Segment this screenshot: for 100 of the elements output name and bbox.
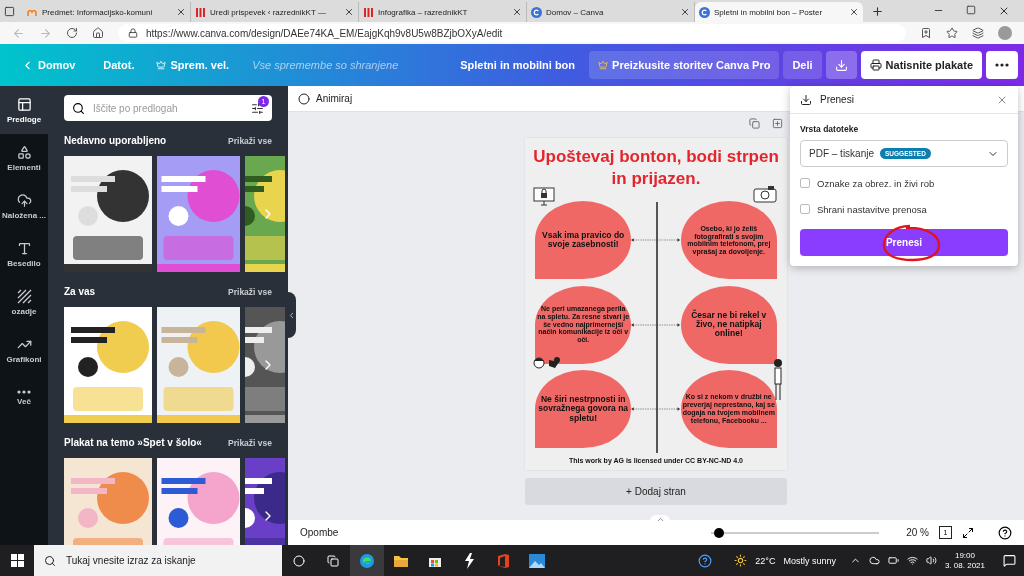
zoom-reading: 20 %: [905, 527, 929, 538]
more-icon: [995, 63, 1009, 67]
favorites-icon: [946, 27, 958, 39]
tab-actions-icon: [4, 5, 15, 17]
collapse-handle[interactable]: [286, 292, 296, 338]
sidebar-tab[interactable]: Predloge: [0, 86, 48, 134]
show-all-link[interactable]: Prikaži vse: [228, 437, 272, 448]
taskbar-search-bar[interactable]: Tukaj vnesite izraz za iskanje: [34, 545, 282, 576]
address-field[interactable]: https://www.canva.com/design/DAEe74KA_EM/EajgKqh9v8U5w8BZjbOXyA/edit: [118, 24, 906, 42]
bars-favicon-icon: [195, 6, 206, 18]
close-icon: [176, 7, 186, 17]
pro-trial-button[interactable]: Preizkusite storitev Canva Pro: [589, 51, 780, 79]
duplicate-page-icon: [749, 118, 760, 129]
camera-drawing: [753, 185, 777, 204]
sidebar-tab[interactable]: Naložena ...: [0, 182, 48, 230]
text-icon: [16, 240, 32, 256]
profile-avatar[interactable]: [998, 26, 1012, 40]
figures-drawing: [533, 355, 563, 372]
back-icon: [12, 26, 25, 40]
notification-icon: [1003, 554, 1016, 567]
double-arrow: [631, 405, 681, 412]
section-title: Za vas: [64, 286, 96, 297]
more-button[interactable]: [986, 51, 1018, 79]
notes-button[interactable]: Opombe: [300, 527, 339, 538]
option-label: Shrani nastavitve prenosa: [817, 203, 927, 215]
option-label: Oznake za obrez. in živi rob: [817, 177, 935, 189]
clock-time: 19:00: [954, 550, 975, 561]
double-arrow: [631, 237, 681, 244]
double-arrow: [631, 321, 681, 328]
sidebar-tab[interactable]: Grafikoni: [0, 326, 48, 374]
task-view-icon: [327, 554, 339, 567]
edge-icon: [359, 552, 375, 569]
monitor-lock-drawing: [533, 187, 555, 208]
chevron-up-icon: [655, 515, 665, 524]
speech-bubble: Vsak ima pravico do svoje zasebnosti!: [535, 201, 632, 280]
canva-favicon-icon: [531, 6, 542, 18]
help-icon: [698, 553, 713, 568]
crown-icon: [156, 60, 167, 70]
search-icon: [44, 554, 56, 567]
home-icon: [92, 27, 104, 39]
search-icon: [72, 101, 85, 115]
design-title[interactable]: Spletni in mobilni bon: [460, 59, 576, 71]
weather-condition: Mostly sunny: [783, 555, 836, 566]
add-page-button[interactable]: + Dodaj stran: [525, 478, 787, 505]
crown-icon: [598, 60, 609, 70]
show-all-link[interactable]: Prikaži vse: [228, 286, 272, 297]
office-icon: [496, 552, 510, 569]
sidebar-tab[interactable]: Besedilo: [0, 230, 48, 278]
slider-thumb[interactable]: [714, 527, 725, 538]
maximize-icon: [966, 5, 976, 15]
poster-page[interactable]: [525, 138, 787, 470]
help-icon: [998, 525, 1012, 540]
filter-icon: [251, 101, 264, 115]
section-title: Plakat na temo »Spet v šolo«: [64, 437, 202, 448]
download-button[interactable]: [825, 51, 857, 79]
browser-tab[interactable]: Spletni in mobilni bon – Poster: [695, 2, 863, 22]
folder-icon: [393, 553, 409, 568]
animate-button[interactable]: Animiraj: [298, 92, 353, 105]
circle-icon: [293, 554, 305, 567]
sidebar-tab[interactable]: Več: [0, 374, 48, 422]
download-icon: [834, 58, 848, 72]
sidebar-tab[interactable]: ozadje: [0, 278, 48, 326]
print-button[interactable]: Natisnite plakate: [860, 51, 982, 79]
forward-icon: [39, 26, 52, 40]
speech-bubble: Ne širi nestrpnosti in sovražnega govora na spletu!: [535, 369, 632, 448]
cloud-icon: [868, 555, 880, 566]
download-submit-button[interactable]: Prenesi: [800, 229, 1008, 256]
section-title: Nedavno uporabljeno: [64, 135, 167, 146]
close-icon: [680, 7, 690, 17]
file-type-label: Vrsta datoteke: [800, 124, 860, 134]
show-all-link[interactable]: Prikaži vse: [228, 135, 272, 146]
windows-icon: [10, 554, 24, 567]
new-tab-icon: [871, 4, 884, 18]
checkbox[interactable]: [800, 204, 810, 214]
battery-icon: [887, 555, 899, 566]
temperature: 22°C: [755, 555, 776, 566]
cloud-upload-icon: [16, 192, 32, 208]
print-icon: [869, 59, 882, 71]
canva-favicon-icon: [699, 6, 710, 18]
sidebar-tab[interactable]: Elementi: [0, 134, 48, 182]
panel-title: Prenesi: [820, 94, 854, 105]
save-status: Vse spremembe so shranjene: [252, 59, 399, 71]
templates-icon: [16, 96, 32, 112]
lightning-icon: [463, 552, 475, 569]
sun-icon: [734, 554, 748, 567]
download-icon: [800, 93, 812, 106]
add-page-icon: [772, 118, 783, 129]
search-field[interactable]: Iščite po predlogah: [91, 101, 245, 115]
share-button[interactable]: Deli: [783, 51, 822, 79]
speech-bubble: Česar ne bi rekel v živo, ne natipkaj online!: [680, 285, 777, 364]
close-icon: [849, 7, 859, 17]
speaker-icon: [925, 555, 937, 566]
fullscreen-icon: [962, 526, 974, 539]
edge-button[interactable]: [350, 545, 384, 576]
taskbar-search-field[interactable]: Tukaj vnesite izraz za iskanje: [64, 554, 272, 567]
animate-icon: [298, 92, 310, 105]
person-drawing: [773, 357, 783, 402]
checkbox[interactable]: [800, 178, 810, 188]
bars-favicon-icon: [363, 6, 374, 18]
wifi-icon: [906, 555, 918, 566]
